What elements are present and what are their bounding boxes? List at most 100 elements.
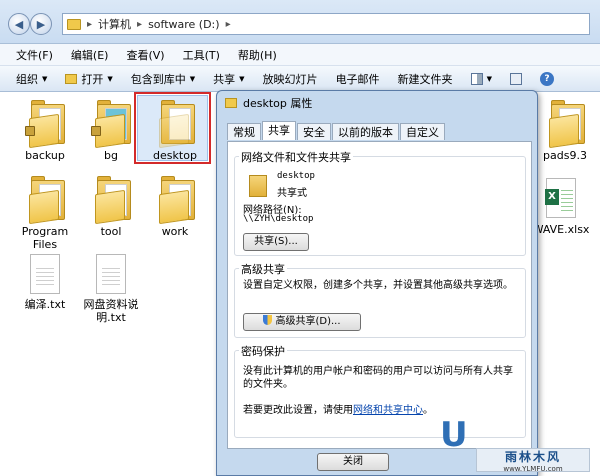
- tab-sharing[interactable]: 共享: [262, 121, 296, 140]
- file-item[interactable]: tool: [76, 176, 146, 238]
- folder-icon: [545, 100, 585, 149]
- view-button[interactable]: ▼: [470, 72, 492, 85]
- file-name: 编泽.txt: [24, 298, 66, 311]
- file-name: desktop: [153, 149, 197, 162]
- watermark-letter: U: [440, 415, 468, 455]
- change-suffix: 。: [423, 405, 433, 416]
- menu-file[interactable]: 文件(F): [16, 47, 53, 63]
- file-name: Program Files: [21, 225, 69, 251]
- dialog-title: desktop 属性: [243, 97, 313, 110]
- open-button[interactable]: 打开 ▼: [65, 71, 113, 87]
- uac-shield-icon: [263, 315, 273, 325]
- tab-previous-versions[interactable]: 以前的版本: [332, 123, 399, 140]
- chevron-right-icon: ▸: [137, 18, 143, 30]
- text-file-icon: [30, 254, 60, 294]
- watermark: 雨林木风 www.YLMFU.com: [476, 448, 590, 473]
- include-label: 包含到库中: [130, 72, 186, 86]
- file-item[interactable]: work: [140, 176, 210, 238]
- shared-folder-icon: [249, 175, 267, 197]
- forward-button[interactable]: ▶: [30, 13, 52, 35]
- open-label: 打开: [81, 72, 104, 86]
- new-folder-label: 新建文件夹: [397, 72, 453, 86]
- new-folder-button[interactable]: 新建文件夹: [398, 71, 453, 87]
- dropdown-arrow-icon: ▼: [239, 74, 245, 83]
- computer-icon: [67, 18, 81, 30]
- menu-view[interactable]: 查看(V): [126, 47, 164, 63]
- view-icon: [470, 72, 483, 85]
- file-item[interactable]: pads9.3: [530, 100, 600, 162]
- advanced-sharing-button[interactable]: 高级共享(D)...: [243, 313, 361, 331]
- group-title: 密码保护: [239, 343, 287, 359]
- folder-icon: [225, 98, 237, 108]
- dialog-title-bar: desktop 属性: [225, 95, 312, 111]
- sharing-panel: 网络文件和文件夹共享 desktop 共享式 网络路径(N): \\ZYH\de…: [227, 141, 532, 449]
- preview-pane-icon: [509, 72, 522, 85]
- slideshow-label: 放映幻灯片: [262, 72, 318, 86]
- tab-customize[interactable]: 自定义: [400, 123, 445, 140]
- share-menu-button[interactable]: 共享 ▼: [213, 71, 244, 87]
- file-name: pads9.3: [543, 149, 587, 162]
- slideshow-button[interactable]: 放映幻灯片: [263, 71, 318, 87]
- dialog-tabs: 常规 共享 安全 以前的版本 自定义: [227, 121, 446, 141]
- chevron-right-icon: ▸: [87, 18, 93, 30]
- share-status: 共享式: [277, 188, 307, 199]
- folder-icon: [25, 176, 65, 225]
- preview-pane-button[interactable]: [509, 72, 522, 85]
- network-sharing-center-link[interactable]: 网络和共享中心: [353, 405, 423, 416]
- file-item[interactable]: 网盘资料说明.txt: [76, 254, 146, 324]
- group-title: 高级共享: [239, 261, 287, 277]
- file-item[interactable]: 编泽.txt: [10, 254, 80, 311]
- back-button[interactable]: ◀: [8, 13, 30, 35]
- locked-folder-icon: [91, 100, 131, 149]
- include-in-library-button[interactable]: 包含到库中 ▼: [131, 71, 195, 87]
- password-protection-group: 密码保护 没有此计算机的用户帐户和密码的用户可以访问与所有人共享的文件夹。 若要…: [234, 343, 526, 438]
- change-prefix: 若要更改此设置，请使用: [243, 405, 353, 416]
- properties-dialog: desktop 属性 常规 共享 安全 以前的版本 自定义 网络文件和文件夹共享…: [216, 90, 538, 476]
- file-name: tool: [100, 225, 122, 238]
- chevron-right-icon: ▸: [225, 18, 231, 30]
- breadcrumb-drive[interactable]: software (D:): [148, 18, 220, 31]
- file-name: 网盘资料说明.txt: [83, 298, 139, 324]
- file-item[interactable]: desktop: [140, 100, 210, 162]
- file-name: work: [161, 225, 189, 238]
- password-change-text: 若要更改此设置，请使用网络和共享中心。: [243, 401, 433, 416]
- organize-button[interactable]: 组织 ▼: [16, 71, 47, 87]
- address-bar-area: ◀ ▶ ▸ 计算机 ▸ software (D:) ▸: [0, 0, 600, 44]
- dropdown-arrow-icon: ▼: [107, 74, 113, 83]
- network-sharing-group: 网络文件和文件夹共享 desktop 共享式 网络路径(N): \\ZYH\de…: [234, 149, 526, 256]
- email-button[interactable]: 电子邮件: [336, 71, 380, 87]
- file-item[interactable]: bg: [76, 100, 146, 162]
- menu-edit[interactable]: 编辑(E): [71, 47, 109, 63]
- watermark-logo: 雨林木风: [504, 449, 561, 464]
- forward-arrow-icon: ▶: [36, 17, 46, 31]
- help-button[interactable]: ?: [539, 71, 554, 86]
- advanced-sharing-label: 高级共享(D)...: [275, 316, 341, 327]
- menu-help[interactable]: 帮助(H): [238, 47, 277, 63]
- open-folder-icon: [65, 73, 78, 84]
- file-item[interactable]: Program Files: [10, 176, 80, 251]
- advanced-sharing-description: 设置自定义权限，创建多个共享，并设置其他高级共享选项。: [243, 280, 513, 291]
- file-item[interactable]: backup: [10, 100, 80, 162]
- file-name: bg: [104, 149, 118, 162]
- group-title: 网络文件和文件夹共享: [239, 149, 353, 165]
- network-path-value: \\ZYH\desktop: [243, 214, 314, 224]
- share-name: desktop: [277, 171, 315, 181]
- menu-tools[interactable]: 工具(T): [183, 47, 220, 63]
- tab-general[interactable]: 常规: [227, 123, 261, 140]
- back-arrow-icon: ◀: [14, 17, 24, 31]
- text-file-icon: [96, 254, 126, 294]
- advanced-sharing-group: 高级共享 设置自定义权限，创建多个共享，并设置其他高级共享选项。 高级共享(D)…: [234, 261, 526, 338]
- close-button[interactable]: 关闭: [317, 453, 389, 471]
- menu-bar: 文件(F) 编辑(E) 查看(V) 工具(T) 帮助(H): [0, 44, 600, 66]
- password-protection-description: 没有此计算机的用户帐户和密码的用户可以访问与所有人共享的文件夹。: [243, 366, 513, 390]
- excel-file-icon: X: [545, 178, 576, 218]
- email-label: 电子邮件: [335, 72, 380, 86]
- help-icon: ?: [539, 71, 554, 86]
- organize-label: 组织: [16, 72, 38, 86]
- folder-icon: [155, 176, 195, 225]
- tab-security[interactable]: 安全: [297, 123, 331, 140]
- address-box[interactable]: ▸ 计算机 ▸ software (D:) ▸: [62, 13, 590, 35]
- share-button[interactable]: 共享(S)...: [243, 233, 309, 251]
- folder-icon: [91, 176, 131, 225]
- breadcrumb-computer[interactable]: 计算机: [98, 16, 131, 32]
